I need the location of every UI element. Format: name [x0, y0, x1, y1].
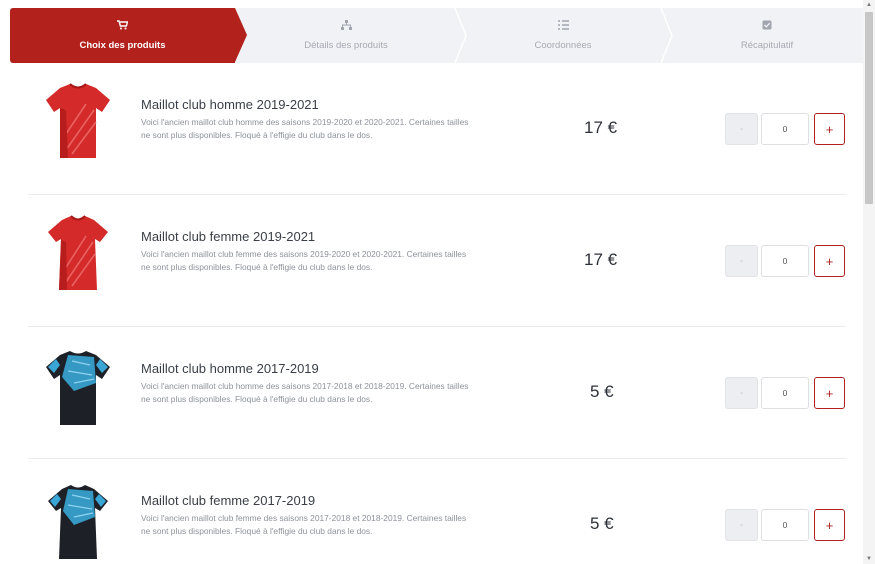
product-description: Voici l'ancien maillot club homme des sa… [141, 381, 469, 405]
product-row: Maillot club femme 2017-2019 Voici l'anc… [28, 459, 846, 564]
decrease-quantity-button[interactable]: - [725, 245, 758, 277]
black-blue-jersey-image [48, 485, 108, 559]
step-product-choice[interactable]: Choix des produits [10, 8, 247, 63]
product-price: 5 € [590, 382, 614, 401]
scroll-down-arrow-icon[interactable]: ▼ [863, 554, 875, 564]
step-separator [454, 8, 468, 63]
quantity-input[interactable]: 0 [761, 245, 809, 277]
product-name: Maillot club homme 2017-2019 [141, 361, 319, 376]
product-row: Maillot club homme 2019-2021 Voici l'anc… [28, 63, 846, 195]
step-summary[interactable]: Récapitulatif [669, 8, 865, 63]
sitemap-icon [340, 20, 352, 34]
product-price: 17 € [584, 118, 618, 137]
product-description: Voici l'ancien maillot club femme des sa… [141, 513, 467, 537]
product-name: Maillot club femme 2017-2019 [141, 493, 316, 508]
product-price: 5 € [590, 514, 614, 533]
product-description: Voici l'ancien maillot club homme des sa… [141, 117, 469, 141]
increase-quantity-button[interactable]: + [814, 509, 845, 541]
step-label: Coordonnées [534, 40, 592, 51]
quantity-input[interactable]: 0 [761, 377, 809, 409]
step-label: Récapitulatif [740, 40, 794, 51]
step-label: Détails des produits [304, 40, 388, 51]
increase-quantity-button[interactable]: + [814, 377, 845, 409]
checkout-steps: Choix des produits Détails des produits … [10, 8, 865, 63]
product-row: Maillot club homme 2017-2019 Voici l'anc… [28, 327, 846, 459]
decrease-quantity-button[interactable]: - [725, 113, 758, 145]
quantity-stepper: - 0 + [725, 377, 845, 409]
step-product-details[interactable]: Détails des produits [235, 8, 457, 63]
increase-quantity-button[interactable]: + [814, 245, 845, 277]
cart-icon [117, 20, 129, 34]
quantity-input[interactable]: 0 [761, 113, 809, 145]
decrease-quantity-button[interactable]: - [725, 377, 758, 409]
scroll-up-arrow-icon[interactable]: ▲ [863, 0, 875, 10]
increase-quantity-button[interactable]: + [814, 113, 845, 145]
decrease-quantity-button[interactable]: - [725, 509, 758, 541]
red-jersey-image [46, 83, 110, 158]
product-name: Maillot club femme 2019-2021 [141, 229, 316, 244]
vertical-scrollbar[interactable]: ▲ ▼ [863, 0, 875, 564]
quantity-stepper: - 0 + [725, 113, 845, 145]
step-separator [660, 8, 674, 63]
product-price: 17 € [584, 250, 618, 269]
quantity-stepper: - 0 + [725, 245, 845, 277]
red-jersey-image [48, 215, 108, 290]
quantity-stepper: - 0 + [725, 509, 845, 541]
black-blue-jersey-image [46, 351, 110, 425]
product-list: Maillot club homme 2019-2021 Voici l'anc… [0, 63, 862, 564]
order-page: Choix des produits Détails des produits … [0, 0, 875, 564]
product-row: Maillot club femme 2019-2021 Voici l'anc… [28, 195, 846, 327]
list-icon [557, 20, 569, 34]
check-square-icon [762, 20, 772, 34]
quantity-input[interactable]: 0 [761, 509, 809, 541]
product-name: Maillot club homme 2019-2021 [141, 97, 319, 112]
step-label: Choix des produits [79, 40, 166, 51]
product-description: Voici l'ancien maillot club femme des sa… [141, 249, 467, 273]
scrollbar-thumb[interactable] [865, 12, 873, 204]
step-contact-info[interactable]: Coordonnées [457, 8, 669, 63]
